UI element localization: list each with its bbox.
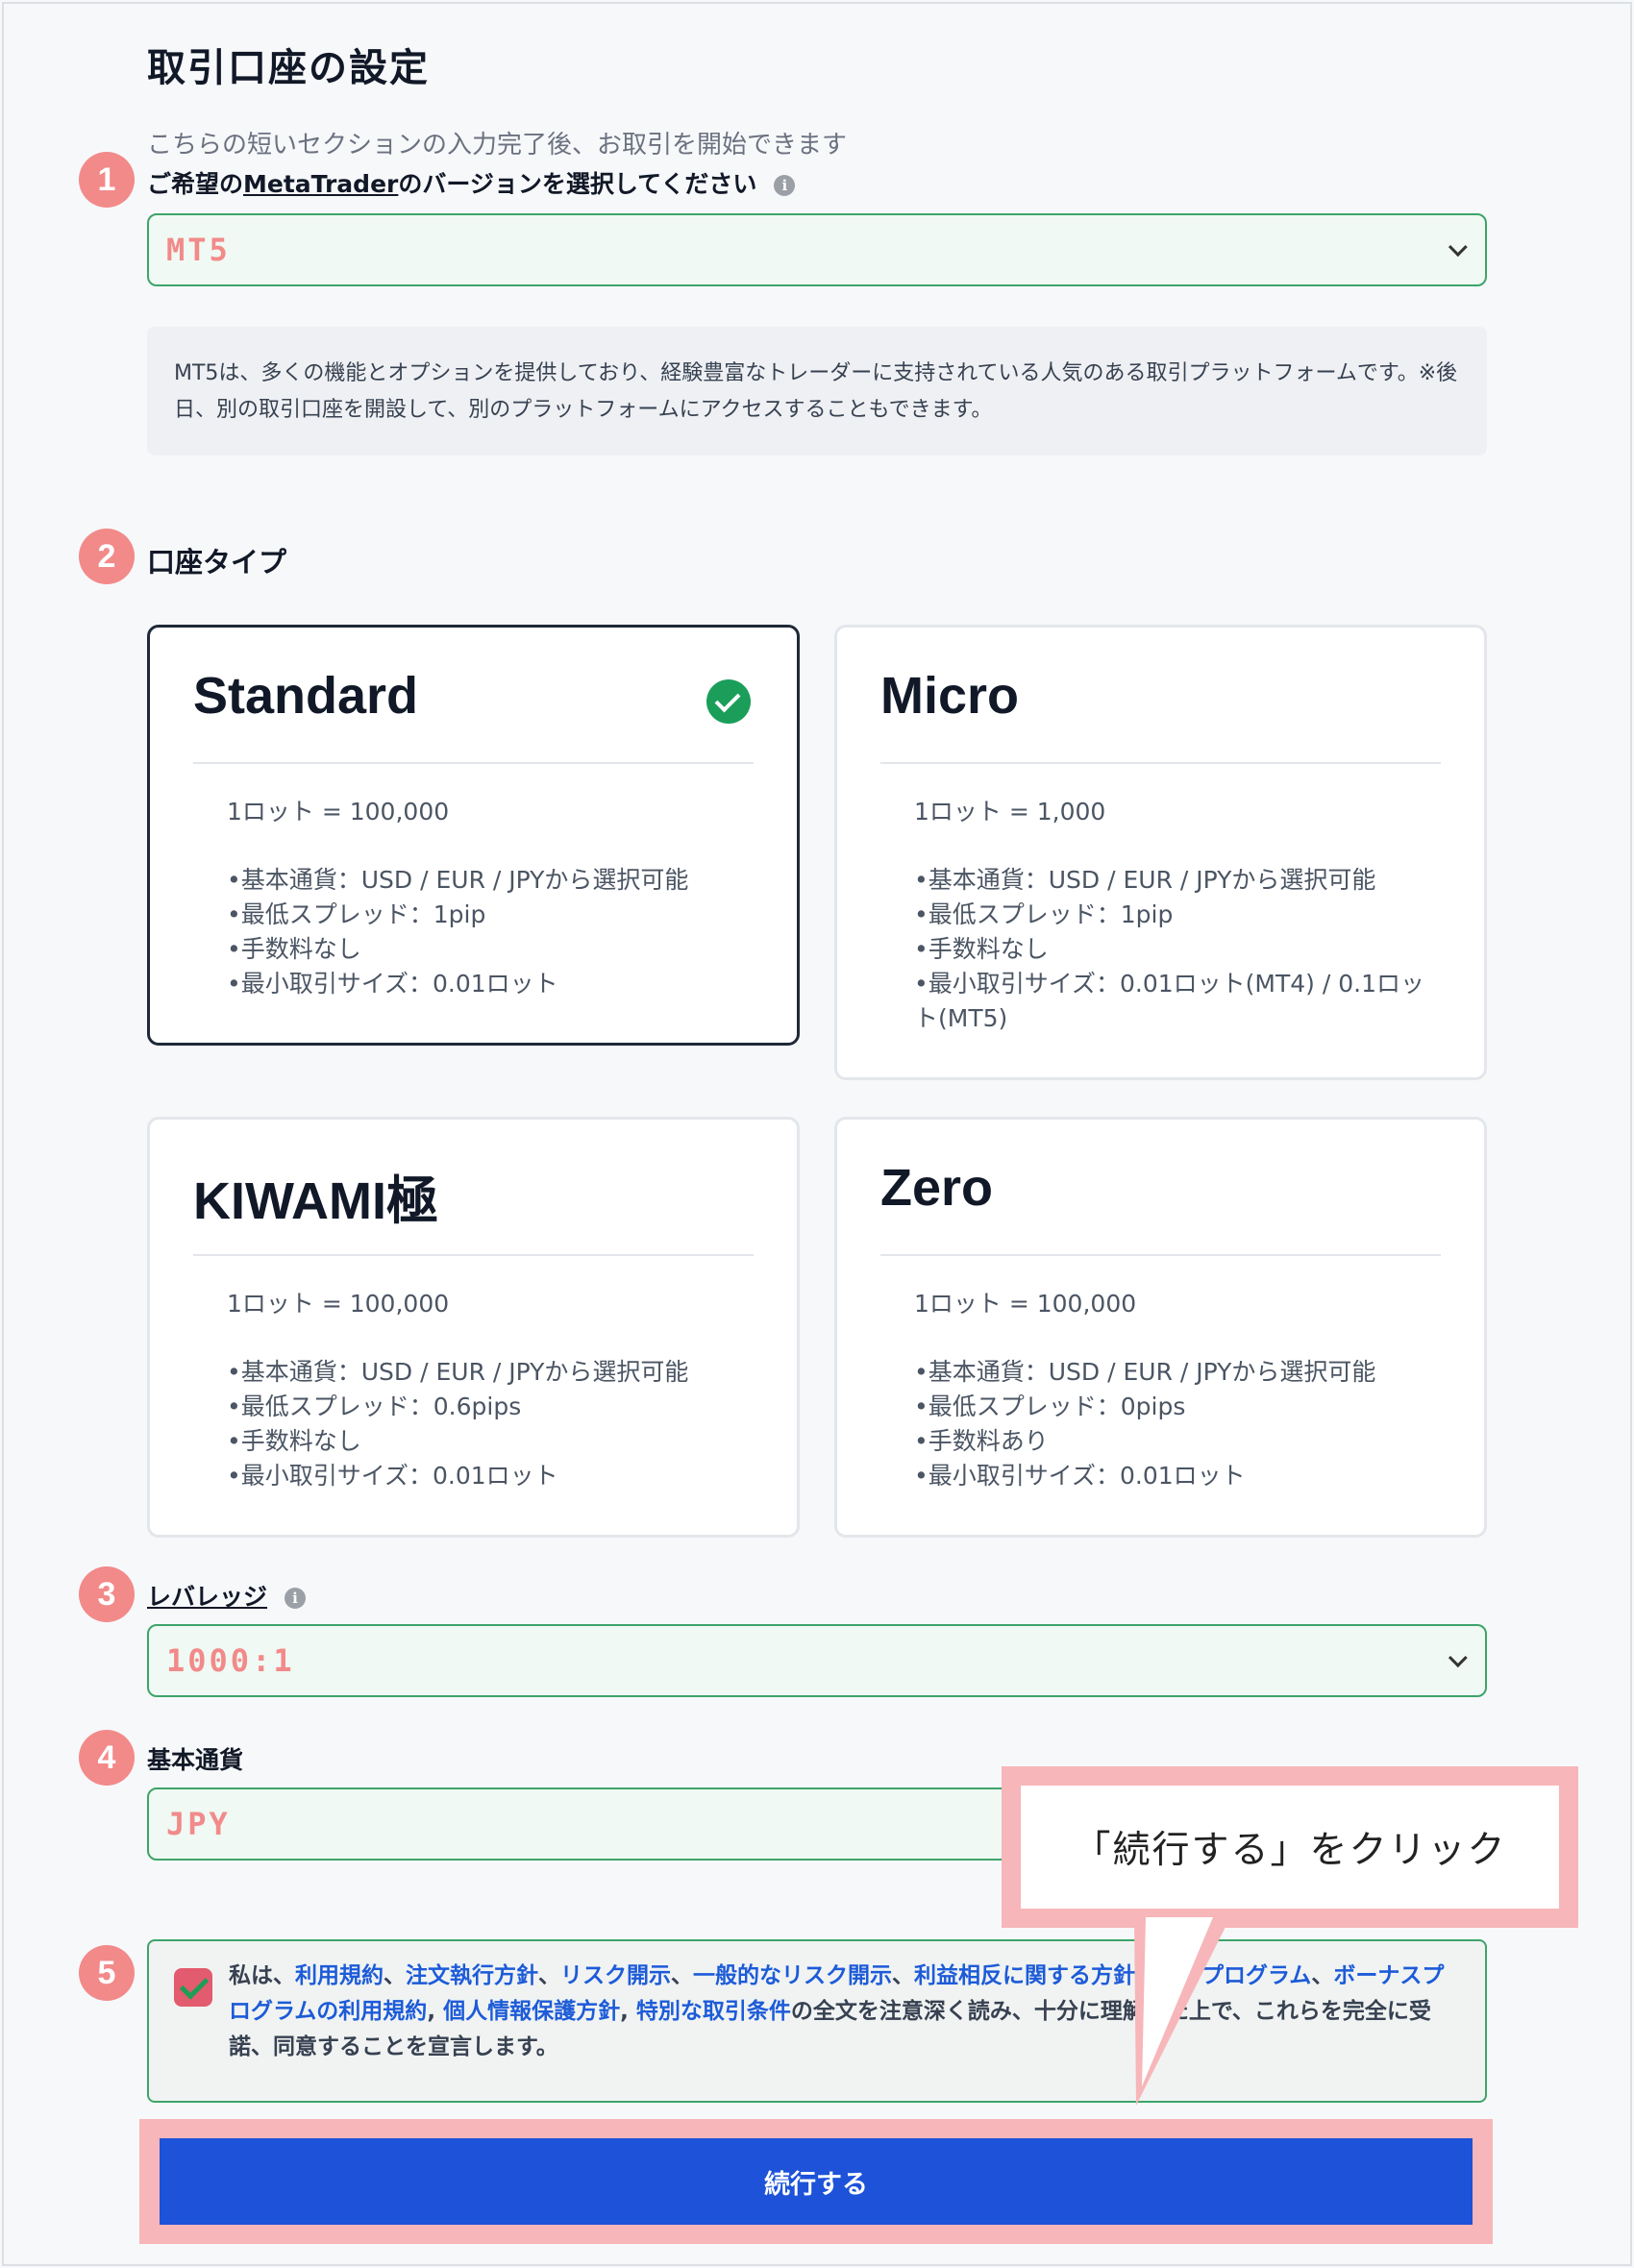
account-card-features: •基本通貨：USD / EUR / JPYから選択可能 •最低スプレッド：0.6… (227, 1355, 758, 1493)
conflict-policy-link[interactable]: 利益相反に関する方針 (914, 1963, 1135, 1988)
step-badge-1: 1 (79, 152, 135, 208)
consent-checkbox[interactable] (174, 1968, 212, 2007)
metatrader-link[interactable]: MetaTrader (243, 170, 398, 198)
privacy-policy-link[interactable]: 個人情報保護方針 (443, 1999, 620, 2024)
leverage-link[interactable]: レバレッジ (147, 1583, 267, 1611)
account-card-title: KIWAMI極 (193, 1172, 438, 1230)
feature-item: •最低スプレッド：0.6pips (227, 1393, 522, 1420)
consent-sep: , (620, 1999, 636, 2024)
chevron-down-icon (1448, 237, 1468, 258)
platform-select-value: MT5 (166, 232, 231, 268)
account-card-title: Zero (880, 1159, 994, 1217)
account-card-title: Micro (880, 667, 1020, 725)
consent-sep: 、 (892, 1963, 914, 1988)
info-icon[interactable]: i (285, 1588, 307, 1609)
feature-item: •手数料あり (914, 1427, 1049, 1455)
platform-select[interactable]: MT5 (147, 213, 1487, 286)
info-icon[interactable]: i (774, 175, 796, 196)
account-card-features: •基本通貨：USD / EUR / JPYから選択可能 •最低スプレッド：1pi… (914, 863, 1446, 1036)
leverage-select-value: 1000:1 (166, 1642, 295, 1679)
feature-item: •基本通貨：USD / EUR / JPYから選択可能 (227, 866, 689, 894)
consent-sep: 、 (671, 1963, 693, 1988)
currency-label: 基本通貨 (147, 1746, 244, 1774)
feature-item: •手数料なし (227, 1427, 361, 1455)
consent-sep: 、 (1311, 1963, 1334, 1988)
callout-pointer (1134, 1917, 1230, 2106)
page-subtitle: こちらの短いセクションの入力完了後、お取引を開始できます (147, 131, 848, 160)
account-card-features: •基本通貨：USD / EUR / JPYから選択可能 •最低スプレッド：1pi… (227, 863, 758, 1001)
feature-item: •最小取引サイズ：0.01ロット (227, 970, 558, 998)
account-card-lot: 1ロット = 100,000 (227, 1290, 450, 1318)
platform-label: ご希望のMetaTraderのバージョンを選択してください i (147, 165, 796, 200)
card-divider (880, 762, 1441, 764)
consent-sep: 、 (384, 1963, 406, 1988)
account-card-features: •基本通貨：USD / EUR / JPYから選択可能 •最低スプレッド：0pi… (914, 1355, 1446, 1493)
account-card-lot: 1ロット = 100,000 (914, 1290, 1137, 1318)
consent-sep: 、 (538, 1963, 560, 1988)
step-badge-5: 5 (79, 1945, 135, 2001)
feature-item: •最低スプレッド：1pip (227, 900, 486, 928)
consent-text-part: 私は、 (229, 1963, 295, 1988)
leverage-label: レバレッジ i (147, 1578, 307, 1613)
platform-label-suffix: のバージョンを選択してください (398, 170, 757, 198)
terms-link[interactable]: 利用規約 (295, 1963, 384, 1988)
feature-item: •手数料なし (914, 935, 1049, 963)
feature-item: •基本通貨：USD / EUR / JPYから選択可能 (227, 1358, 689, 1386)
page-title: 取引口座の設定 (147, 46, 430, 90)
currency-select-value: JPY (166, 1806, 231, 1842)
card-divider (193, 762, 754, 764)
account-card-kiwami[interactable]: KIWAMI極 1ロット = 100,000 •基本通貨：USD / EUR /… (147, 1117, 800, 1538)
continue-button[interactable]: 続行する (160, 2138, 1473, 2225)
consent-sep: , (427, 1999, 444, 2024)
leverage-select[interactable]: 1000:1 (147, 1624, 1487, 1697)
platform-label-prefix: ご希望の (147, 170, 244, 198)
account-card-title: Standard (193, 667, 419, 725)
account-type-label: 口座タイプ (147, 546, 287, 579)
check-circle-icon (706, 679, 751, 724)
risk-disclosure-link[interactable]: リスク開示 (560, 1963, 671, 1988)
feature-item: •最小取引サイズ：0.01ロット (227, 1462, 558, 1490)
order-execution-link[interactable]: 注文執行方針 (406, 1963, 538, 1988)
feature-item: •基本通貨：USD / EUR / JPYから選択可能 (914, 1358, 1376, 1386)
platform-description: MT5は、多くの機能とオプションを提供しており、経験豊富なトレーダーに支持されて… (147, 327, 1487, 456)
account-card-micro[interactable]: Micro 1ロット = 1,000 •基本通貨：USD / EUR / JPY… (834, 625, 1487, 1080)
account-card-standard[interactable]: Standard 1ロット = 100,000 •基本通貨：USD / EUR … (147, 625, 800, 1046)
step-badge-4: 4 (79, 1730, 135, 1786)
account-card-lot: 1ロット = 1,000 (914, 798, 1106, 826)
card-divider (880, 1254, 1441, 1256)
feature-item: •基本通貨：USD / EUR / JPYから選択可能 (914, 866, 1376, 894)
general-risk-link[interactable]: 一般的なリスク開示 (693, 1963, 892, 1988)
card-divider (193, 1254, 754, 1256)
feature-item: •最小取引サイズ：0.01ロット(MT4) / 0.1ロット(MT5) (914, 970, 1424, 1032)
chevron-down-icon (1448, 1648, 1468, 1668)
feature-item: •手数料なし (227, 935, 361, 963)
consent-box: 私は、利用規約、注文執行方針、リスク開示、一般的なリスク開示、利益相反に関する方… (147, 1939, 1487, 2103)
step-badge-3: 3 (79, 1566, 135, 1622)
callout-text: 「続行する」をクリック (1021, 1786, 1559, 1909)
account-card-zero[interactable]: Zero 1ロット = 100,000 •基本通貨：USD / EUR / JP… (834, 1117, 1487, 1538)
feature-item: •最低スプレッド：0pips (914, 1393, 1186, 1420)
account-card-lot: 1ロット = 100,000 (227, 798, 450, 826)
callout-box: 「続行する」をクリック (1002, 1766, 1578, 1928)
feature-item: •最低スプレッド：1pip (914, 900, 1174, 928)
consent-text: 私は、利用規約、注文執行方針、リスク開示、一般的なリスク開示、利益相反に関する方… (229, 1959, 1456, 2065)
step-badge-2: 2 (79, 529, 135, 584)
special-conditions-link[interactable]: 特別な取引条件 (636, 1999, 791, 2024)
feature-item: •最小取引サイズ：0.01ロット (914, 1462, 1246, 1490)
